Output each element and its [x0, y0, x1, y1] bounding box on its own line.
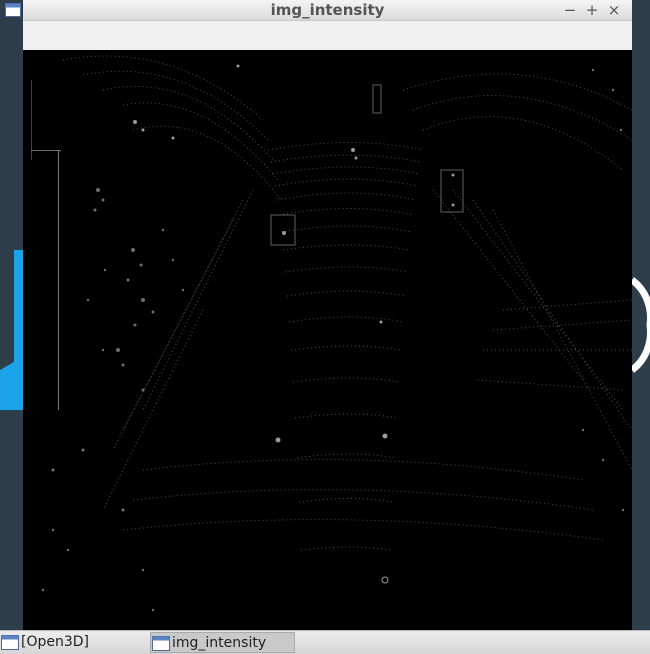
window-icon — [152, 636, 170, 651]
taskbar-item-img-intensity[interactable]: img_intensity — [150, 632, 295, 653]
intensity-image-viewport[interactable] — [23, 50, 632, 630]
maximize-button[interactable]: + — [582, 0, 602, 20]
image-window: img_intensity − + × — [5, 0, 632, 630]
taskbar-item-open3d[interactable]: [Open3D] — [0, 632, 145, 653]
taskbar-item-label: img_intensity — [172, 635, 267, 651]
taskbar: [Open3D] img_intensity — [0, 630, 650, 654]
close-button[interactable]: × — [604, 0, 624, 20]
window-toolbar-area — [23, 21, 632, 50]
lidar-intensity-image — [23, 50, 632, 630]
window-icon — [1, 635, 19, 650]
minimize-button[interactable]: − — [560, 0, 580, 20]
window-title: img_intensity — [270, 1, 385, 19]
window-app-icon[interactable] — [5, 3, 21, 17]
desktop-logo-fragment-left — [0, 250, 24, 410]
taskbar-item-label: [Open3D] — [21, 634, 90, 650]
desktop-logo-fragment-right — [632, 277, 650, 373]
window-titlebar[interactable]: img_intensity − + × — [5, 0, 632, 21]
